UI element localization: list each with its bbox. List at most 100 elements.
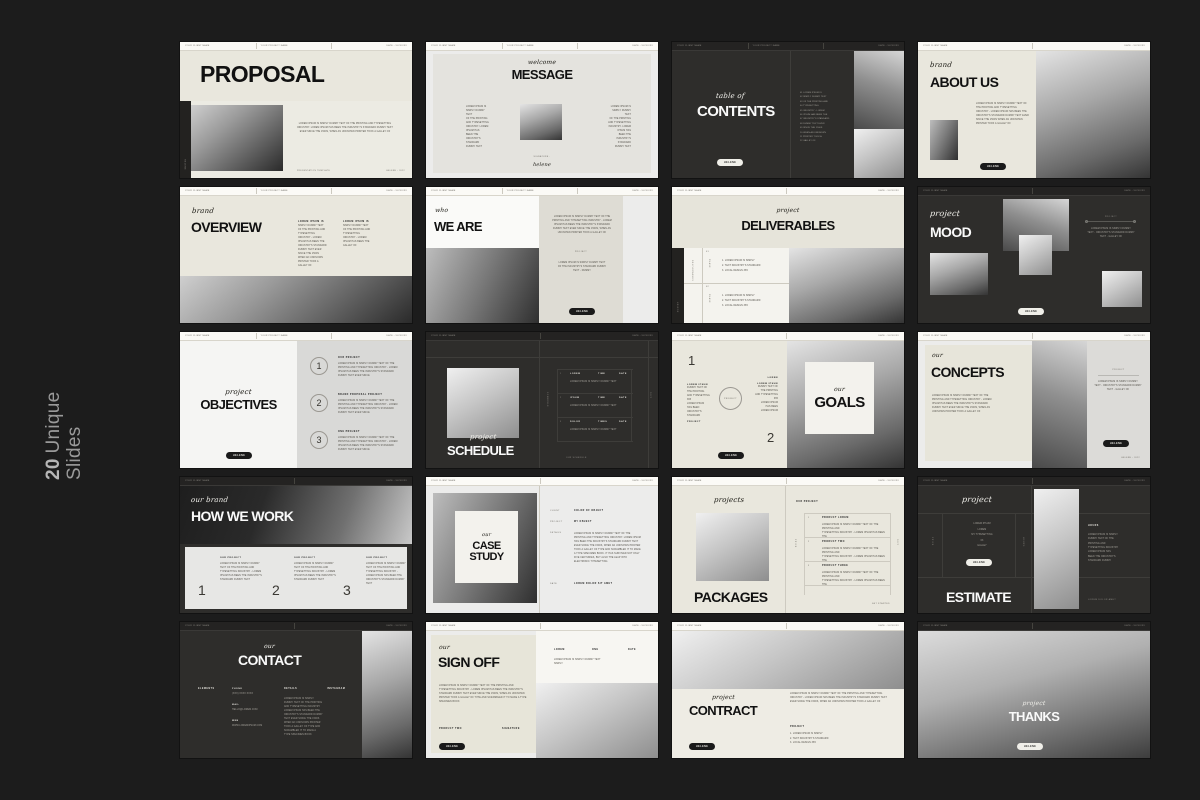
header-client: YOUR CLIENT NAME <box>677 480 702 482</box>
brand-pill-button[interactable]: HELENE <box>1103 440 1130 447</box>
header-date: DATE - XX/XX/XX <box>785 333 905 339</box>
slide-thumbnail-concepts[interactable]: YOUR CLIENT NAME DATE - XX/XX/XX our CON… <box>918 332 1150 468</box>
slide-thumbnail-packages[interactable]: YOUR CLIENT NAME DATE - XX/XX/XX project… <box>672 477 904 613</box>
detail-value: MY OBJECT <box>574 521 592 523</box>
step-heading: OUR PROJECT <box>220 557 242 559</box>
slide-script: project <box>224 388 253 396</box>
slide-thumbnail-objectives[interactable]: YOUR CLIENT NAME YOUR PROJECT NAME DATE … <box>180 332 412 468</box>
side-brand-tag: HELENE <box>183 158 186 170</box>
slide-script: project <box>711 694 736 701</box>
slide-body: LOREM IPSUM IS SIMPLY DUMMY TEXT OF THE … <box>976 103 1029 126</box>
step-number: 2 <box>272 582 280 598</box>
slide-grid: YOUR CLIENT NAME YOUR PROJECT NAME DATE … <box>180 42 1150 764</box>
header-date: DATE - XX/XX/XX <box>539 478 659 484</box>
row-col1: DOLOR <box>570 421 581 423</box>
slide-body: LOREM IPSUM IS SIMPLY DUMMY TEXT OF THE … <box>297 123 393 134</box>
header-client: YOUR CLIENT NAME <box>923 625 948 627</box>
brand-pill-button[interactable]: HELENE <box>689 743 716 750</box>
slide-thumbnail-goals[interactable]: YOUR CLIENT NAME DATE - XX/XX/XX our GOA… <box>672 332 904 468</box>
schedule-vertical-label: SCHEDULE <box>546 392 548 408</box>
column-top-label: LOREM <box>767 377 778 379</box>
slide-title: OVERVIEW <box>191 219 262 235</box>
slide-thumbnail-estimate[interactable]: YOUR CLIENT NAME DATE - XX/XX/XX project… <box>918 477 1150 613</box>
slide-thumbnail-contents[interactable]: YOUR CLIENT NAME YOUR PROJECT NAME DATE … <box>672 42 904 178</box>
brand-pill-button[interactable]: HELENE <box>966 559 993 566</box>
detail-value: LOREM DOLOR SIT AMET <box>574 583 613 585</box>
schedule-footer: OUR SCHEDULE <box>566 457 587 459</box>
row-number: 3 <box>560 421 562 423</box>
slide-thumbnail-contact[interactable]: YOUR CLIENT NAME DATE - XX/XX/XX our CON… <box>180 622 412 758</box>
brand-pill-button[interactable]: HELENE <box>439 743 466 750</box>
slide-thumbnail-we-are[interactable]: YOUR CLIENT NAME YOUR PROJECT NAME DATE … <box>426 187 658 323</box>
brand-pill-button[interactable]: HELENE <box>1017 743 1044 750</box>
slide-thumbnail-proposal[interactable]: YOUR CLIENT NAME YOUR PROJECT NAME DATE … <box>180 42 412 178</box>
column-heading: LOREM IPSUM IS <box>343 221 370 223</box>
header-date: DATE - XX/XX/XX <box>577 188 658 194</box>
slide-script: project <box>929 209 961 218</box>
slide-photo-4 <box>1102 271 1142 307</box>
footer-right-label: SIGNATURE <box>502 728 520 730</box>
brand-pill-button[interactable]: HELENE <box>717 159 744 166</box>
slide-thumbnail-case-study[interactable]: YOUR CLIENT NAME DATE - XX/XX/XX our CAS… <box>426 477 658 613</box>
package-body: LOREM IPSUM IS SIMPLY DUMMY TEXT OF THE … <box>822 524 885 539</box>
row-number: 2 <box>560 397 562 399</box>
slide-thumbnail-message[interactable]: YOUR CLIENT NAME YOUR PROJECT NAME DATE … <box>426 42 658 178</box>
header-client: YOUR CLIENT NAME <box>431 190 456 192</box>
contents-list: 01 LOREM IPSUM IS 02 SIMPLY DUMMY TEXT 0… <box>800 91 852 144</box>
goal-number-2: 2 <box>767 430 775 445</box>
contact-details-body: LOREM IPSUM IS SIMPLY DUMMY TEXT OF THE … <box>284 698 323 737</box>
slide-script: our <box>481 531 492 538</box>
slide-thumbnail-mood[interactable]: YOUR CLIENT NAME DATE - XX/XX/XX project… <box>918 187 1150 323</box>
brand-pill-button[interactable]: HELENE <box>1018 308 1045 315</box>
slide-thumbnail-thanks[interactable]: YOUR CLIENT NAME DATE - XX/XX/XX project… <box>918 622 1150 758</box>
slide-photo <box>536 683 658 758</box>
contract-footer-body: 1. LOREM IPSUM IS SIMPLY 2. TEXT INDUSTR… <box>790 733 829 745</box>
slide-script: our brand <box>190 496 229 504</box>
slide-header: YOUR CLIENT NAME DATE - XX/XX/XX <box>180 477 412 486</box>
step-body: LOREM IPSUM IS SIMPLY DUMMY TEXT OF THE … <box>220 563 262 582</box>
contact-web-value[interactable]: WWW.LOREMIPSUM.COM <box>232 724 262 728</box>
package-heading: PRODUCT LOREM <box>822 517 849 519</box>
header-client: YOUR CLIENT NAME <box>185 335 210 337</box>
brand-pill-button[interactable]: HELENE <box>569 308 596 315</box>
slide-thumbnail-schedule[interactable]: YOUR CLIENT NAME DATE - XX/XX/XX project… <box>426 332 658 468</box>
slide-script: project <box>961 495 993 504</box>
goals-column-1: LOREM IPSUM DUMMY TEXT OF THE PRINTING A… <box>687 384 715 423</box>
contact-mail-value[interactable]: HELLO@LOREM.COM <box>232 708 258 712</box>
slide-body: LOREM IPSUM IS SIMPLY DUMMY TEXT OF THE … <box>552 216 612 235</box>
slide-header: YOUR CLIENT NAME DATE - XX/XX/XX <box>426 477 658 486</box>
slide-script: project <box>776 207 800 214</box>
header-date: DATE - XX/XX/XX <box>785 188 905 194</box>
brand-pill-button[interactable]: HELENE <box>718 452 745 459</box>
header-date: DATE - XX/XX/XX <box>539 623 659 629</box>
list-item[interactable]: 12 GALLEY OF <box>800 139 852 143</box>
contact-phone-value[interactable]: (XXX) XXXX XXXX <box>232 692 253 696</box>
slide-photo <box>426 248 539 323</box>
slide-count-word2: Slides <box>63 426 85 480</box>
slide-thumbnail-deliverables[interactable]: YOUR CLIENT NAME DATE - XX/XX/XX project… <box>672 187 904 323</box>
column-heading: LOREM IPSUM IS <box>298 221 325 223</box>
group-number: 02 <box>706 286 710 288</box>
right-label: PROJECT <box>1104 216 1118 218</box>
goals-column-2: LOREM LOREM IPSUM DUMMY TEXT OF THE PRIN… <box>748 377 778 413</box>
slide-header: YOUR CLIENT NAME DATE - XX/XX/XX <box>918 477 1150 486</box>
brand-pill-button[interactable]: HELENE <box>980 163 1007 170</box>
objective-heading: BRAND PROPOSAL PROJECT <box>338 394 383 396</box>
slide-photo-2 <box>1019 235 1052 275</box>
row-col1: IPSUM <box>570 397 580 399</box>
brand-pill-button[interactable]: HELENE <box>226 452 253 459</box>
slide-script: table of <box>715 92 745 100</box>
contact-phone-label: PHONE <box>232 688 243 690</box>
slide-photo-secondary <box>854 129 904 178</box>
slide-title: OBJECTIVES <box>200 397 277 412</box>
slide-count-label: 20 Unique Slides <box>43 180 194 481</box>
slide-title: GOALS <box>814 394 865 411</box>
group-phase-label: PHASE <box>708 294 710 304</box>
slide-thumbnail-about-us[interactable]: YOUR CLIENT NAME DATE - XX/XX/XX brand A… <box>918 42 1150 178</box>
slide-title: CONTACT <box>238 652 302 668</box>
slide-thumbnail-contract[interactable]: YOUR CLIENT NAME DATE - XX/XX/XX project… <box>672 622 904 758</box>
slide-script: our <box>931 352 944 359</box>
slide-thumbnail-how-we-work[interactable]: YOUR CLIENT NAME DATE - XX/XX/XX our bra… <box>180 477 412 613</box>
slide-thumbnail-overview[interactable]: YOUR CLIENT NAME YOUR PROJECT NAME DATE … <box>180 187 412 323</box>
slide-thumbnail-sign-off[interactable]: YOUR CLIENT NAME DATE - XX/XX/XX our SIG… <box>426 622 658 758</box>
